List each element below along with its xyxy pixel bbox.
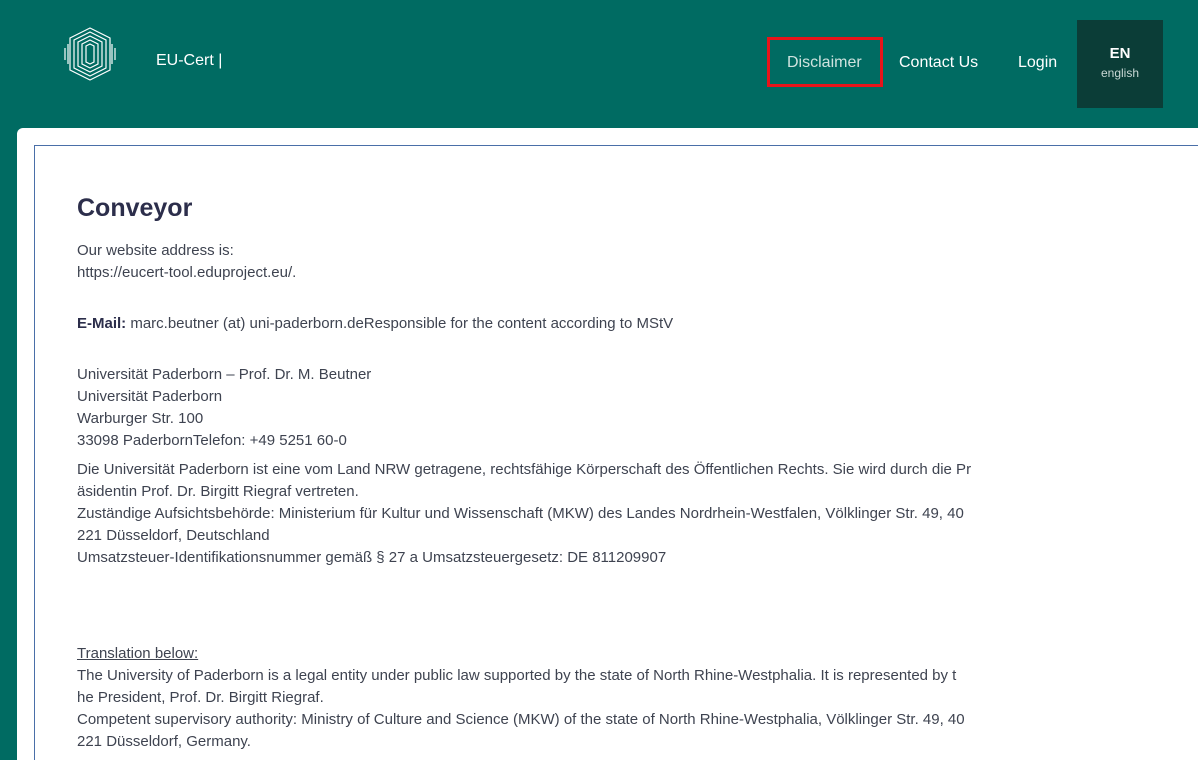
address-label: Our website address is: [77, 242, 234, 259]
english-line: Competent supervisory authority: Ministr… [77, 711, 965, 728]
german-line: 221 Düsseldorf, Deutschland [77, 527, 270, 544]
header-bar: EU-Cert | Disclaimer Contact Us Login EN… [0, 0, 1198, 128]
german-line: Die Universität Paderborn ist eine vom L… [77, 461, 972, 478]
eu-cert-logo-icon[interactable] [60, 24, 120, 84]
nav-contact-us-link[interactable]: Contact Us [899, 54, 978, 72]
translation-label: Translation below: [77, 645, 199, 662]
english-line: 221 Düsseldorf, Germany. [77, 733, 251, 750]
postal-line: Universität Paderborn [77, 388, 223, 405]
language-name: english [1100, 66, 1140, 80]
german-line: Zuständige Aufsichtsbehörde: Ministerium… [77, 505, 964, 522]
postal-address-block: Universität Paderborn – Prof. Dr. M. Beu… [77, 364, 1162, 452]
page-title: Conveyor [77, 194, 193, 222]
email-text: marc.beutner (at) uni-paderborn.deRespon… [126, 315, 674, 332]
address-url: https://eucert-tool.eduproject.eu/. [77, 264, 297, 281]
german-line: Umsatzsteuer-Identifikationsnummer gemäß… [77, 549, 667, 566]
postal-line: Universität Paderborn – Prof. Dr. M. Beu… [77, 366, 372, 383]
email-label: E-Mail: [77, 315, 127, 332]
postal-line: 33098 PaderbornTelefon: +49 5251 60-0 [77, 432, 347, 449]
website-address-block: Our website address is: https://eucert-t… [77, 240, 1162, 284]
language-selector[interactable]: EN english [1077, 20, 1163, 108]
brand-name[interactable]: EU-Cert | [156, 52, 222, 70]
nav-login-link[interactable]: Login [1018, 54, 1057, 72]
german-line: äsidentin Prof. Dr. Birgitt Riegraf vert… [77, 483, 359, 500]
english-line: The University of Paderborn is a legal e… [77, 667, 957, 684]
german-legal-block: Die Universität Paderborn ist eine vom L… [77, 459, 1162, 569]
nav-disclaimer-link[interactable]: Disclaimer [787, 54, 862, 72]
email-block: E-Mail: marc.beutner (at) uni-paderborn.… [77, 313, 1162, 335]
english-translation-block: Translation below: The University of Pad… [77, 643, 1162, 753]
english-line: he President, Prof. Dr. Birgitt Riegraf. [77, 689, 324, 706]
language-code: EN [1109, 45, 1131, 62]
postal-line: Warburger Str. 100 [77, 410, 204, 427]
